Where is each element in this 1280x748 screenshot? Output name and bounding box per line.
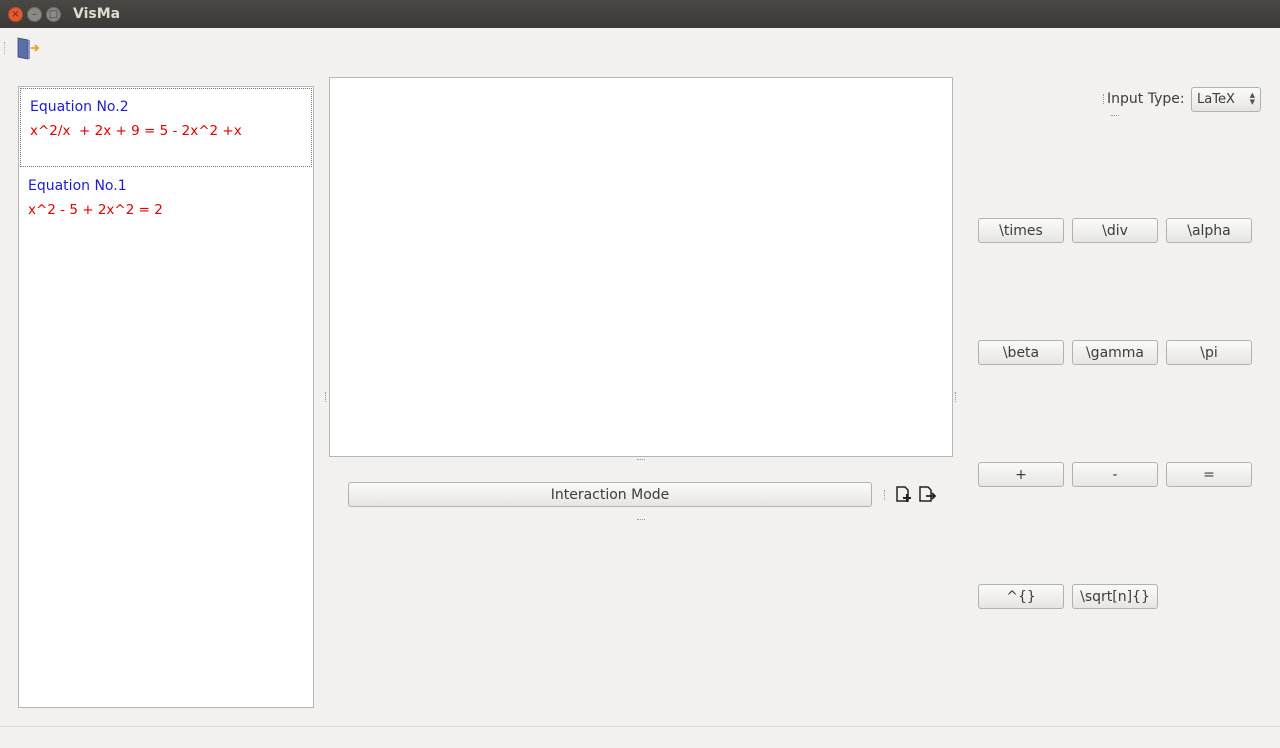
maximize-window-button[interactable]: □	[46, 7, 61, 22]
interaction-mode-button[interactable]: Interaction Mode	[348, 482, 872, 507]
key-beta-button[interactable]: \beta	[978, 340, 1064, 365]
splitter-handle[interactable]	[1111, 115, 1119, 117]
equation-expression: x^2/x + 2x + 9 = 5 - 2x^2 +x	[30, 123, 242, 139]
splitter-handle[interactable]	[884, 490, 886, 500]
exit-button[interactable]	[14, 35, 42, 61]
window-title: VisMa	[73, 6, 121, 22]
input-type-select[interactable]: LaTeX ▲ ▼	[1191, 87, 1261, 112]
add-file-icon	[896, 486, 911, 502]
key-div-button[interactable]: \div	[1072, 218, 1158, 243]
splitter-handle[interactable]	[1103, 94, 1105, 104]
close-window-button[interactable]: ×	[8, 7, 23, 22]
status-bar	[0, 726, 1280, 748]
equation-item[interactable]: Equation No.2 x^2/x + 2x + 9 = 5 - 2x^2 …	[20, 88, 312, 167]
input-type-value: LaTeX	[1197, 92, 1235, 107]
equation-expression: x^2 - 5 + 2x^2 = 2	[28, 202, 163, 218]
key-sqrt-button[interactable]: \sqrt[n]{}	[1072, 584, 1158, 609]
key-power-button[interactable]: ^{}	[978, 584, 1064, 609]
key-equals-button[interactable]: =	[1166, 462, 1252, 487]
minimize-window-button[interactable]: –	[27, 7, 42, 22]
title-bar: × – □ VisMa	[0, 0, 1280, 28]
equation-name: Equation No.2	[30, 99, 129, 115]
equation-list[interactable]: Equation No.2 x^2/x + 2x + 9 = 5 - 2x^2 …	[18, 86, 314, 708]
export-file-icon	[919, 486, 937, 502]
splitter-handle[interactable]	[955, 392, 957, 402]
toolbar-grip[interactable]	[4, 42, 7, 54]
key-gamma-button[interactable]: \gamma	[1072, 340, 1158, 365]
splitter-handle[interactable]	[325, 392, 327, 402]
exit-door-icon	[17, 37, 40, 60]
key-pi-button[interactable]: \pi	[1166, 340, 1252, 365]
equation-canvas[interactable]	[329, 77, 953, 457]
key-plus-button[interactable]: +	[978, 462, 1064, 487]
equation-item[interactable]: Equation No.1 x^2 - 5 + 2x^2 = 2	[19, 168, 313, 247]
key-times-button[interactable]: \times	[978, 218, 1064, 243]
add-file-button[interactable]	[894, 484, 914, 504]
export-file-button[interactable]	[917, 484, 937, 504]
input-type-label: Input Type:	[1107, 91, 1185, 107]
equation-name: Equation No.1	[28, 178, 127, 194]
spin-arrows-icon: ▲ ▼	[1249, 91, 1255, 106]
key-alpha-button[interactable]: \alpha	[1166, 218, 1252, 243]
splitter-handle[interactable]	[637, 519, 645, 521]
splitter-handle[interactable]	[637, 459, 645, 461]
key-minus-button[interactable]: -	[1072, 462, 1158, 487]
